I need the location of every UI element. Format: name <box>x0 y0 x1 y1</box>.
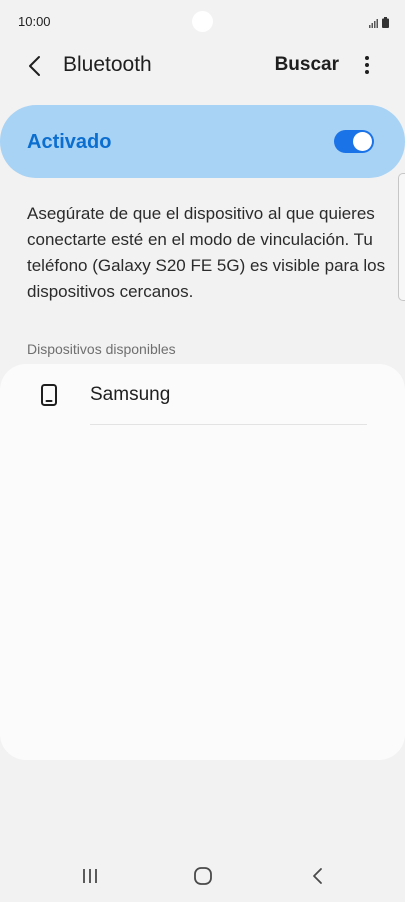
search-button[interactable]: Buscar <box>275 54 339 76</box>
page-title: Bluetooth <box>63 53 152 76</box>
navigation-bar <box>0 852 405 902</box>
master-toggle-label: Activado <box>27 131 112 153</box>
more-options-button[interactable] <box>355 52 379 80</box>
back-button[interactable] <box>22 52 50 80</box>
signal-icon <box>369 19 379 28</box>
pairing-description: Asegúrate de que el dispositivo al que q… <box>27 204 386 301</box>
device-item-samsung[interactable]: Samsung <box>0 364 405 426</box>
scroll-indicator[interactable] <box>398 173 405 301</box>
toggle-knob <box>353 132 372 151</box>
back-icon <box>313 868 322 884</box>
recents-button[interactable] <box>80 864 100 888</box>
nav-back-button[interactable] <box>308 864 328 888</box>
chevron-left-icon <box>29 56 40 76</box>
available-devices-header: Dispositivos disponibles <box>27 341 176 357</box>
bluetooth-master-toggle[interactable]: Activado <box>0 105 405 178</box>
home-icon <box>194 867 212 885</box>
app-bar: Bluetooth Buscar <box>0 44 405 88</box>
phone-icon <box>40 383 58 407</box>
bluetooth-switch[interactable] <box>334 130 374 153</box>
home-button[interactable] <box>192 864 214 888</box>
available-devices-list: Samsung <box>0 364 405 760</box>
status-icons <box>369 14 389 28</box>
battery-icon <box>382 17 389 28</box>
camera-cutout <box>192 11 213 32</box>
recents-icon <box>83 869 97 883</box>
more-vertical-icon <box>365 56 369 74</box>
divider <box>90 424 367 425</box>
device-name: Samsung <box>90 384 171 405</box>
status-bar: 10:00 <box>0 0 405 44</box>
status-time: 10:00 <box>18 14 51 29</box>
